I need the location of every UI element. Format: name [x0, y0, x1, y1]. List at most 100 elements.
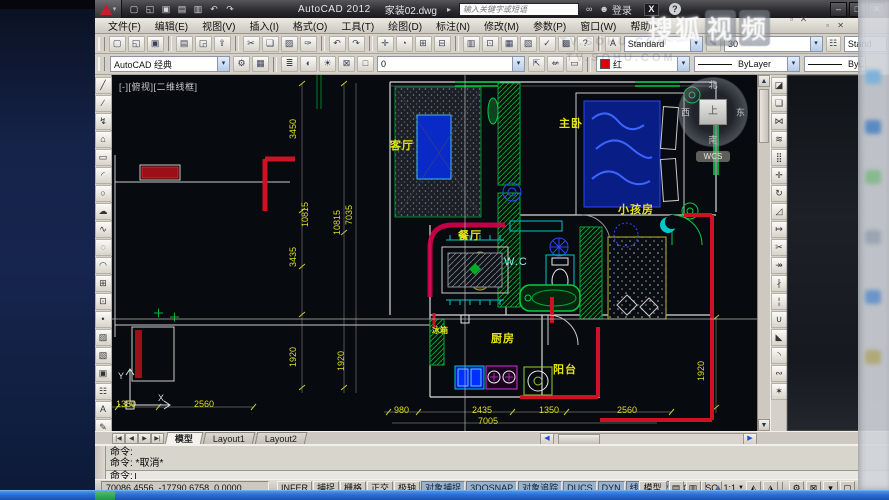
rotate-icon[interactable]: ↻: [771, 185, 788, 202]
document-window-controls[interactable]: ▫ ✕: [826, 21, 847, 30]
publish-icon[interactable]: ⇪: [214, 36, 231, 52]
layer-color-icon[interactable]: □: [357, 56, 374, 72]
menu-item-9[interactable]: 参数(P): [526, 18, 573, 33]
viewcube-north[interactable]: 北: [708, 78, 717, 91]
make-current-icon[interactable]: ⇱: [528, 56, 545, 72]
scrollbar-thumb[interactable]: [759, 89, 769, 143]
scale-icon[interactable]: ◿: [771, 203, 788, 220]
chamfer-icon[interactable]: ◣: [771, 329, 788, 346]
rectangle-icon[interactable]: ▭: [95, 149, 112, 166]
tab-nav-icon-2[interactable]: ▶: [138, 433, 151, 444]
gradient-icon[interactable]: ▧: [95, 347, 112, 364]
arc-icon[interactable]: ◜: [95, 167, 112, 184]
viewcube-south[interactable]: 南: [708, 133, 717, 146]
viewcube-east[interactable]: 东: [736, 106, 745, 119]
toolpalettes-icon[interactable]: ▦: [501, 36, 518, 52]
polyline-icon[interactable]: ↯: [95, 113, 112, 130]
layer-on-icon[interactable]: ◐: [300, 56, 317, 72]
paste-icon[interactable]: ▨: [281, 36, 298, 52]
menu-item-1[interactable]: 编辑(E): [148, 18, 195, 33]
qnew-icon[interactable]: ▢: [109, 36, 126, 52]
polygon-icon[interactable]: ⌂: [95, 131, 112, 148]
zoom-window-icon[interactable]: ⊞: [415, 36, 432, 52]
circle-icon[interactable]: ○: [95, 185, 112, 202]
designcenter-icon[interactable]: ⊡: [482, 36, 499, 52]
tab-nav-icon-3[interactable]: ▶|: [151, 433, 164, 444]
new-icon[interactable]: ▢: [127, 3, 141, 16]
sheetset-icon[interactable]: ▧: [520, 36, 537, 52]
save-icon[interactable]: ▣: [159, 3, 173, 16]
menu-item-2[interactable]: 视图(V): [195, 18, 242, 33]
zoom-previous-icon[interactable]: ⊟: [434, 36, 451, 52]
point-icon[interactable]: •: [95, 311, 112, 328]
redo-icon[interactable]: ↷: [223, 3, 237, 16]
break-icon[interactable]: ¦: [771, 293, 788, 310]
search-binoculars-icon[interactable]: ∞: [586, 4, 592, 14]
login-link[interactable]: 登录: [612, 2, 632, 17]
viewcube-top[interactable]: 上: [699, 99, 727, 125]
title-overflow-icon[interactable]: ▸: [447, 5, 451, 14]
lineweight-combo[interactable]: ByL: [804, 56, 866, 72]
insert-block-icon[interactable]: ⊞: [95, 275, 112, 292]
tab-Layout1[interactable]: Layout1: [203, 432, 256, 445]
viewcube-west[interactable]: 西: [681, 106, 690, 119]
create-block-icon[interactable]: ⊡: [95, 293, 112, 310]
copy-icon[interactable]: ❏: [771, 95, 788, 112]
menu-item-3[interactable]: 插入(I): [242, 18, 285, 33]
mtext-icon[interactable]: A: [95, 401, 112, 418]
region-icon[interactable]: ▣: [95, 365, 112, 382]
drawing-canvas[interactable]: 客厅主卧小孩房餐厅W.C厨房阳台冰箱3450108153435192010815…: [112, 75, 757, 431]
blend-icon[interactable]: ∾: [771, 365, 788, 382]
tab-Layout2[interactable]: Layout2: [255, 432, 308, 445]
hatch-icon[interactable]: ▨: [95, 329, 112, 346]
fillet-icon[interactable]: ◝: [771, 347, 788, 364]
join-icon[interactable]: ∪: [771, 311, 788, 328]
plot-icon[interactable]: ▥: [191, 3, 205, 16]
viewport-controls-label[interactable]: [-][俯视][二维线框]: [119, 80, 198, 93]
scroll-up-icon[interactable]: ▲: [758, 75, 770, 87]
move-icon[interactable]: ✛: [771, 167, 788, 184]
trim-icon[interactable]: ✂: [771, 239, 788, 256]
copy-clip-icon[interactable]: ❏: [262, 36, 279, 52]
line-icon[interactable]: ╱: [95, 77, 112, 94]
menu-item-7[interactable]: 标注(N): [429, 18, 477, 33]
mirror-icon[interactable]: ⋈: [771, 113, 788, 130]
table-style-icon[interactable]: ☷: [826, 36, 841, 52]
explode-icon[interactable]: ✶: [771, 383, 788, 400]
open-icon[interactable]: ◱: [143, 3, 157, 16]
matchprop-icon[interactable]: ✑: [300, 36, 317, 52]
layer-unlock-icon[interactable]: ⊠: [338, 56, 355, 72]
spline-icon[interactable]: ∿: [95, 221, 112, 238]
gear-icon[interactable]: ⚙: [233, 56, 250, 72]
wcs-label[interactable]: WCS: [696, 151, 730, 162]
menu-item-0[interactable]: 文件(F): [101, 18, 148, 33]
vertical-scrollbar[interactable]: ▲ ▼: [757, 75, 770, 431]
properties-icon[interactable]: ▥: [463, 36, 480, 52]
ellipse-arc-icon[interactable]: ◠: [95, 257, 112, 274]
scroll-down-icon[interactable]: ▼: [758, 419, 770, 431]
menu-item-4[interactable]: 格式(O): [286, 18, 334, 33]
tab-模型[interactable]: 模型: [165, 432, 204, 445]
minimize-icon[interactable]: –: [830, 2, 847, 17]
save-icon[interactable]: ▣: [147, 36, 164, 52]
tab-nav-icon-0[interactable]: |◀: [112, 433, 125, 444]
layer-properties-icon[interactable]: ≣: [281, 56, 298, 72]
tab-nav-icon-1[interactable]: ◀: [125, 433, 138, 444]
linetype-combo[interactable]: ByLayer▾: [694, 56, 800, 72]
app-menu-button[interactable]: ▾: [95, 0, 122, 18]
menu-item-8[interactable]: 修改(M): [477, 18, 526, 33]
search-input[interactable]: [459, 3, 579, 16]
taskbar[interactable]: [0, 490, 889, 500]
layer-previous-icon[interactable]: ⇍: [547, 56, 564, 72]
menu-item-10[interactable]: 窗口(W): [573, 18, 623, 33]
workspace-settings-icon[interactable]: ▦: [252, 56, 269, 72]
stretch-icon[interactable]: ↦: [771, 221, 788, 238]
command-window-grip[interactable]: [95, 446, 106, 479]
undo-icon[interactable]: ↶: [207, 3, 221, 16]
toolbar-grip[interactable]: [98, 37, 105, 51]
offset-icon[interactable]: ≋: [771, 131, 788, 148]
table-icon[interactable]: ☷: [95, 383, 112, 400]
zoom-realtime-icon[interactable]: ◔: [396, 36, 413, 52]
undo-icon[interactable]: ↶: [329, 36, 346, 52]
open-icon[interactable]: ◱: [128, 36, 145, 52]
